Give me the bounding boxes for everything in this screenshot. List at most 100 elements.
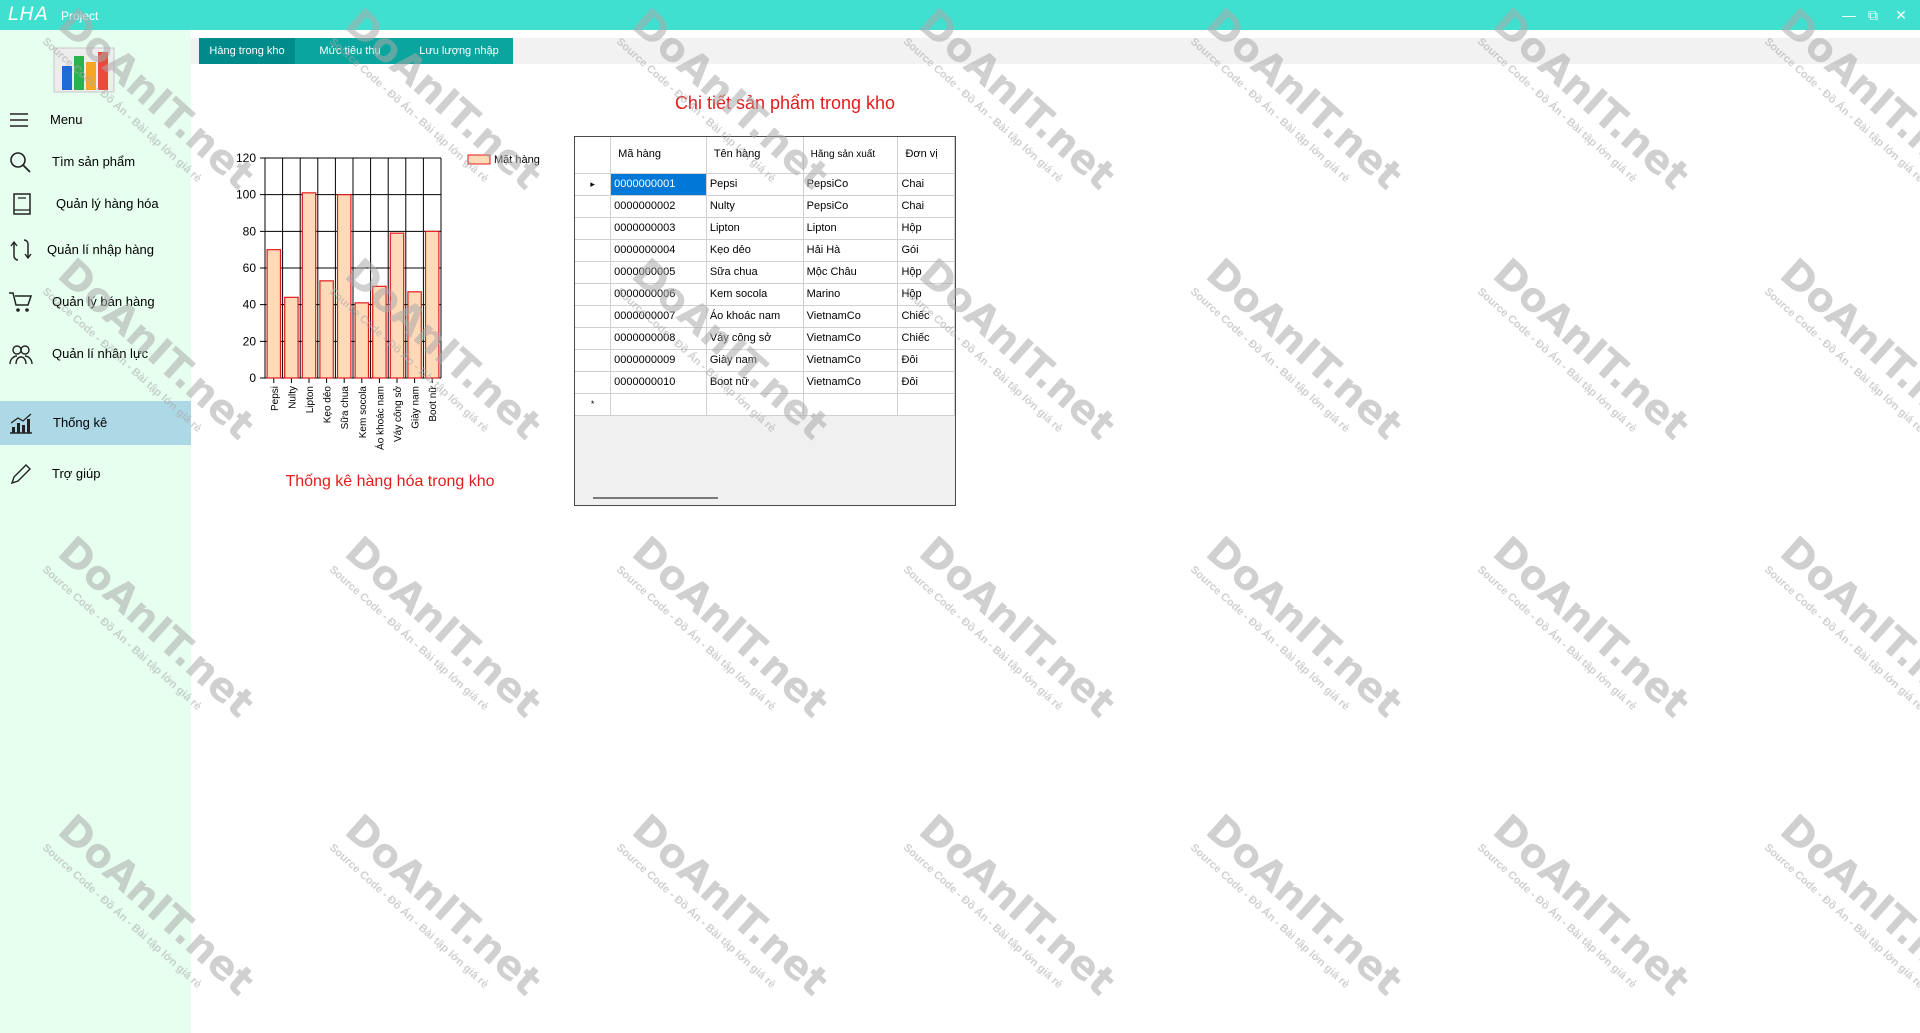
- table-cell[interactable]: PepsiCo: [803, 173, 899, 196]
- table-cell[interactable]: Kẹo dẻo: [706, 239, 804, 262]
- table-cell[interactable]: Boot nữ: [706, 371, 804, 394]
- table-cell[interactable]: Giày nam: [706, 349, 804, 372]
- table-row[interactable]: 0000000008 Váy công sở VietnamCo Chiếc: [575, 327, 955, 350]
- table-cell[interactable]: Váy công sở: [706, 327, 804, 350]
- restore-button[interactable]: ⧉: [1862, 5, 1884, 25]
- table-cell[interactable]: Hộp: [897, 261, 955, 284]
- table-cell[interactable]: 0000000006: [610, 283, 707, 306]
- close-button[interactable]: ✕: [1890, 5, 1912, 25]
- table-row[interactable]: 0000000009 Giày nam VietnamCo Đôi: [575, 349, 955, 372]
- table-cell[interactable]: Chai: [897, 173, 955, 196]
- table-cell[interactable]: Lipton: [706, 217, 804, 240]
- table-row[interactable]: 0000000003 Lipton Lipton Hộp: [575, 217, 955, 240]
- table-cell[interactable]: Đôi: [897, 371, 955, 394]
- table-cell[interactable]: Hộp: [897, 217, 955, 240]
- sidebar-item-import[interactable]: Quản lí nhập hàng: [0, 228, 191, 272]
- x-tick-label: Áo khoác nam: [373, 386, 386, 450]
- table-row[interactable]: 0000000007 Áo khoác nam VietnamCo Chiếc: [575, 305, 955, 328]
- column-header[interactable]: Đơn vị: [897, 137, 955, 174]
- table-cell[interactable]: 0000000002: [610, 195, 707, 218]
- sidebar-item-sales[interactable]: Quản lý bán hàng: [0, 280, 191, 324]
- sidebar-item-products[interactable]: Quản lý hàng hóa: [0, 182, 191, 226]
- new-row[interactable]: *: [575, 393, 955, 416]
- table-cell[interactable]: 0000000004: [610, 239, 707, 262]
- row-header[interactable]: [575, 217, 612, 240]
- table-cell[interactable]: 0000000005: [610, 261, 707, 284]
- table-cell[interactable]: Hộp: [897, 283, 955, 306]
- tab-inventory[interactable]: Hàng trong kho: [199, 38, 295, 64]
- sidebar-item-statistics[interactable]: Thống kê: [0, 401, 191, 445]
- table-cell[interactable]: 0000000010: [610, 371, 707, 394]
- watermark-text: DoAnIT.net: [1197, 806, 1411, 1005]
- table-cell[interactable]: Chai: [897, 195, 955, 218]
- table-cell[interactable]: Đôi: [897, 349, 955, 372]
- minimize-button[interactable]: —: [1838, 5, 1860, 25]
- watermark-subtext: Source Code - Đồ Án - Bài tập lớn giá rẻ: [1761, 841, 1920, 991]
- row-header[interactable]: [575, 195, 612, 218]
- table-row[interactable]: 0000000010 Boot nữ VietnamCo Đôi: [575, 371, 955, 394]
- column-header[interactable]: Hãng sản xuất: [803, 137, 899, 174]
- grid-corner-cell[interactable]: [575, 137, 612, 174]
- column-header[interactable]: Tên hàng: [706, 137, 804, 174]
- table-cell[interactable]: 0000000008: [610, 327, 707, 350]
- users-icon: [9, 345, 33, 365]
- column-header[interactable]: Mã hàng: [610, 137, 707, 174]
- row-header[interactable]: [575, 305, 612, 328]
- sidebar-item-search[interactable]: Tìm sản phẩm: [0, 140, 191, 184]
- table-row[interactable]: 0000000005 Sữa chua Mộc Châu Hộp: [575, 261, 955, 284]
- table-cell[interactable]: Lipton: [803, 217, 899, 240]
- watermark-subtext: Source Code - Đồ Án - Bài tập lớn giá rẻ: [1474, 563, 1639, 713]
- row-header[interactable]: [575, 349, 612, 372]
- table-cell[interactable]: Hải Hà: [803, 239, 899, 262]
- x-tick-label: Sữa chua: [340, 386, 351, 430]
- table-cell[interactable]: 0000000003: [610, 217, 707, 240]
- table-cell[interactable]: 0000000007: [610, 305, 707, 328]
- table-cell[interactable]: Gói: [897, 239, 955, 262]
- row-header[interactable]: [575, 239, 612, 262]
- product-grid[interactable]: Mã hàng Tên hàng Hãng sản xuất Đơn vị ▸ 0…: [574, 136, 956, 506]
- table-cell[interactable]: VietnamCo: [803, 349, 899, 372]
- table-row[interactable]: 0000000004 Kẹo dẻo Hải Hà Gói: [575, 239, 955, 262]
- sidebar-item-help[interactable]: Trợ giúp: [0, 452, 191, 496]
- row-header[interactable]: [575, 327, 612, 350]
- table-cell[interactable]: Áo khoác nam: [706, 305, 804, 328]
- watermark: DoAnIT.net Source Code - Đồ Án - Bài tập …: [1762, 250, 1920, 459]
- table-cell[interactable]: VietnamCo: [803, 371, 899, 394]
- watermark-text: DoAnIT.net: [623, 528, 837, 727]
- table-cell[interactable]: Marino: [803, 283, 899, 306]
- table-cell[interactable]: Chiếc: [897, 305, 955, 328]
- row-header[interactable]: [575, 371, 612, 394]
- x-tick-label: Lipton: [305, 386, 316, 413]
- table-cell[interactable]: Pepsi: [706, 173, 804, 196]
- table-cell[interactable]: Sữa chua: [706, 261, 804, 284]
- row-header[interactable]: ▸: [575, 173, 612, 196]
- table-cell[interactable]: Mộc Châu: [803, 261, 899, 284]
- table-row[interactable]: ▸ 0000000001 Pepsi PepsiCo Chai: [575, 173, 955, 196]
- table-cell[interactable]: Chiếc: [897, 327, 955, 350]
- grid-title: Chi tiết sản phẩm trong kho: [674, 93, 896, 113]
- tab-import-volume[interactable]: Lưu lượng nhập: [405, 38, 513, 64]
- table-cell[interactable]: 0000000001: [610, 173, 707, 196]
- row-header[interactable]: *: [575, 393, 612, 416]
- table-cell[interactable]: 0000000009: [610, 349, 707, 372]
- table-cell[interactable]: [803, 393, 899, 416]
- legend-label: Mặt hàng: [494, 154, 540, 166]
- table-row[interactable]: 0000000006 Kem socola Marino Hộp: [575, 283, 955, 306]
- table-cell[interactable]: Kem socola: [706, 283, 804, 306]
- table-cell[interactable]: VietnamCo: [803, 305, 899, 328]
- table-cell[interactable]: [610, 393, 707, 416]
- sidebar-item-staff[interactable]: Quản lí nhân lực: [0, 332, 191, 376]
- row-header[interactable]: [575, 261, 612, 284]
- sidebar-item-menu[interactable]: Menu: [0, 98, 191, 142]
- table-cell[interactable]: [897, 393, 955, 416]
- row-header[interactable]: [575, 283, 612, 306]
- horizontal-scrollbar[interactable]: [593, 497, 718, 499]
- table-cell[interactable]: Nulty: [706, 195, 804, 218]
- tab-consumption[interactable]: Mức tiêu thụ: [295, 38, 405, 64]
- bar-pepsi: [266, 249, 282, 379]
- table-cell[interactable]: PepsiCo: [803, 195, 899, 218]
- watermark-text: DoAnIT.net: [1484, 806, 1698, 1005]
- table-row[interactable]: 0000000002 Nulty PepsiCo Chai: [575, 195, 955, 218]
- table-cell[interactable]: VietnamCo: [803, 327, 899, 350]
- table-cell[interactable]: [706, 393, 804, 416]
